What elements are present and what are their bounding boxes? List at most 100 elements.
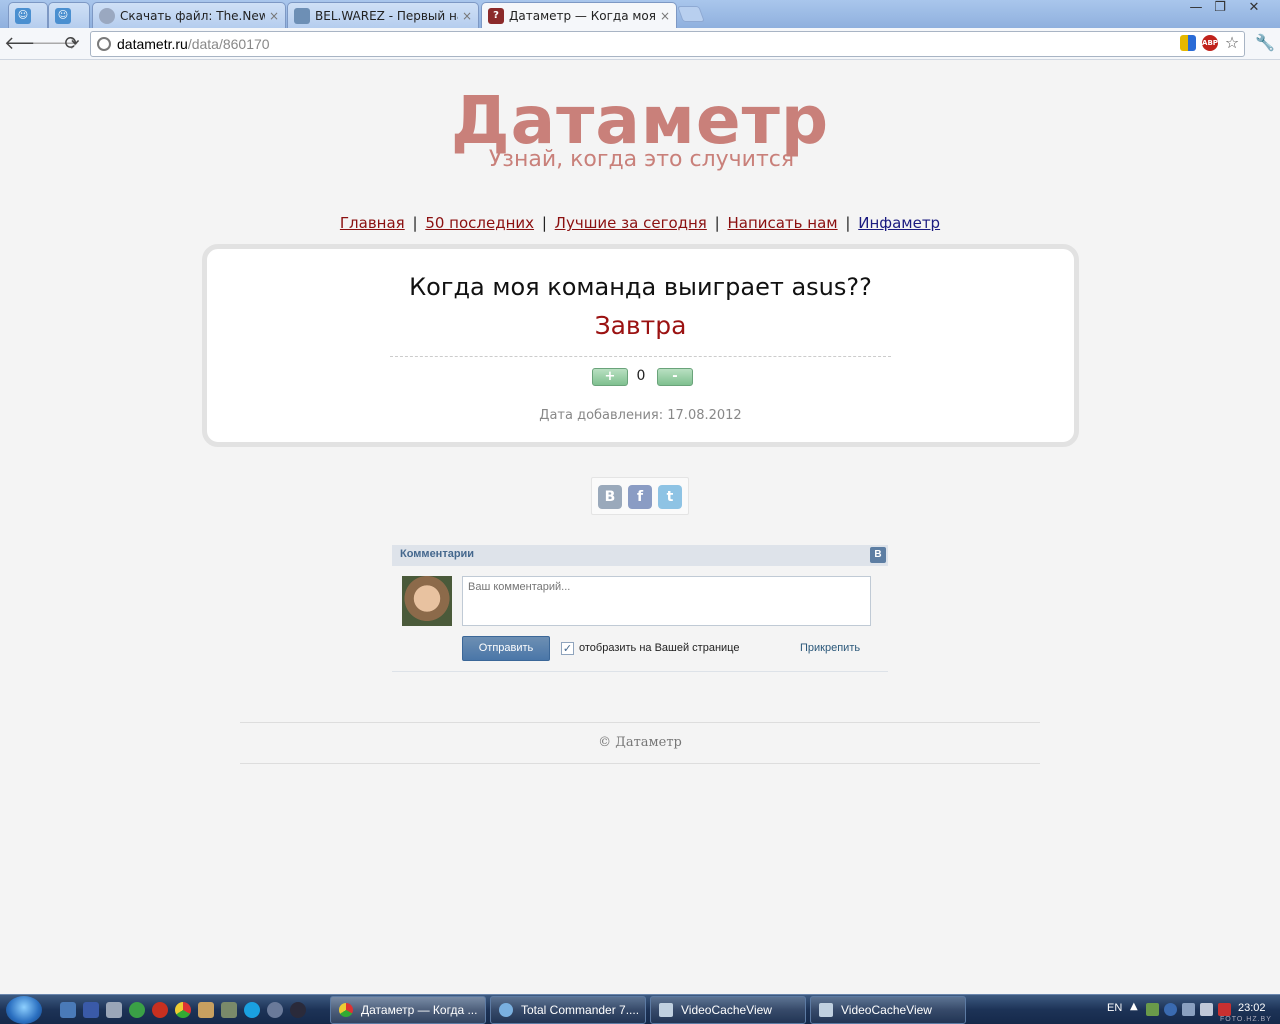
send-comment-button[interactable]: Отправить [462, 636, 550, 661]
close-tab-icon[interactable]: × [462, 9, 472, 23]
skype-icon[interactable] [244, 1002, 260, 1018]
warez-favicon-icon [294, 7, 310, 24]
prediction-card: Когда моя команда выиграет asus?? Завтра… [202, 244, 1079, 447]
taskbar-item-chrome[interactable]: Датаметр — Когда ... [330, 996, 486, 1024]
download-favicon-icon [99, 7, 115, 24]
site-logo-subtitle: Узнай, когда это случится [488, 147, 795, 172]
date-added: Дата добавления: 17.08.2012 [539, 408, 742, 423]
restore-button[interactable]: ❐ [1208, 0, 1232, 18]
game-icon[interactable] [221, 1002, 237, 1018]
start-button[interactable] [6, 996, 42, 1024]
url-path: /data/860170 [187, 36, 270, 52]
prediction-answer: Завтра [594, 311, 687, 340]
taskbar-item-label: Total Commander 7.... [521, 1003, 640, 1017]
adblock-plus-icon[interactable]: ABP [1202, 35, 1218, 51]
vote-minus-button[interactable]: - [657, 368, 693, 386]
utorrent-icon[interactable] [129, 1002, 145, 1018]
page-info-icon[interactable] [97, 37, 111, 51]
tab-pinned-1[interactable]: ☺ [8, 2, 48, 28]
vote-score: 0 [636, 368, 646, 384]
footer-copyright: © Датаметр [598, 735, 682, 750]
footer-divider [240, 763, 1040, 764]
close-tab-icon[interactable]: × [660, 9, 670, 23]
media-player-icon[interactable] [152, 1002, 168, 1018]
datametr-favicon-icon: ? [488, 7, 504, 24]
nav-separator: | [714, 214, 720, 232]
watermark: FOTO.HZ.BY [1220, 1016, 1272, 1023]
nav-separator: | [412, 214, 418, 232]
post-to-wall-label[interactable]: отобразить на Вашей странице [579, 642, 739, 654]
taskbar-item-label: VideoCacheView [681, 1003, 772, 1017]
total-commander-icon [499, 1003, 513, 1017]
nav-contact-link[interactable]: Написать нам [727, 214, 837, 232]
language-indicator[interactable]: EN [1107, 1002, 1122, 1014]
comments-title: Комментарии [400, 548, 475, 560]
back-arrow-icon[interactable]: 🡐 [4, 32, 52, 56]
extension-icon[interactable] [1180, 35, 1196, 51]
show-desktop-icon[interactable] [60, 1002, 76, 1018]
browser-toolbar: 🡐 🡒 ⟳ datametr.ru/data/860170 ABP ☆ 🔧 [0, 28, 1280, 60]
vk-logo-icon[interactable]: B [870, 547, 886, 563]
comment-input[interactable] [462, 576, 871, 626]
tray-volume-icon[interactable] [1200, 1003, 1213, 1016]
nav-latest-link[interactable]: 50 последних [425, 214, 534, 232]
tray-monitor-icon[interactable] [1182, 1003, 1195, 1016]
tool-icon[interactable] [106, 1002, 122, 1018]
minimize-button[interactable]: — [1184, 0, 1208, 18]
attach-link[interactable]: Прикрепить [800, 642, 860, 654]
vk-share-icon[interactable]: B [598, 485, 622, 509]
post-to-wall-checkbox[interactable]: ✓ [561, 642, 574, 655]
tray-app-icon[interactable] [1146, 1003, 1159, 1016]
taskbar-item-videocacheview-2[interactable]: VideoCacheView [810, 996, 966, 1024]
share-buttons: B f t [591, 477, 689, 515]
chrome-icon [339, 1003, 353, 1017]
tab-datametr[interactable]: ? Датаметр — Когда моя ко × [481, 2, 677, 28]
windows-taskbar: Датаметр — Когда ... Total Commander 7..… [0, 994, 1280, 1024]
site-favicon-icon: ☺ [55, 7, 71, 24]
forward-arrow-icon[interactable]: 🡒 [31, 32, 79, 56]
tab-belwarez[interactable]: BEL.WAREZ - Первый наст × [287, 2, 479, 28]
comments-header: Комментарии B [392, 545, 888, 566]
nav-infametr-link[interactable]: Инфаметр [858, 214, 940, 232]
taskbar-item-label: Датаметр — Когда ... [361, 1003, 478, 1017]
vote-plus-button[interactable]: + [592, 368, 628, 386]
facebook-share-icon[interactable]: f [628, 485, 652, 509]
close-window-button[interactable]: ✕ [1242, 0, 1266, 18]
prediction-question: Когда моя команда выиграет asus?? [409, 273, 872, 301]
tray-antivirus-icon[interactable] [1218, 1003, 1231, 1016]
close-tab-icon[interactable]: × [269, 9, 279, 23]
bookmark-star-icon[interactable]: ☆ [1224, 35, 1240, 51]
tab-title: Скачать файл: The.Newsro [120, 8, 265, 23]
nav-best-today-link[interactable]: Лучшие за сегодня [555, 214, 707, 232]
videocacheview-icon [659, 1003, 673, 1017]
taskbar-item-videocacheview[interactable]: VideoCacheView [650, 996, 806, 1024]
twitter-share-icon[interactable]: t [658, 485, 682, 509]
show-hidden-icons-icon[interactable]: ▲ [1130, 1001, 1138, 1012]
chrome-icon[interactable] [175, 1002, 191, 1018]
tab-pinned-2[interactable]: ☺ [48, 2, 90, 28]
save-icon[interactable] [83, 1002, 99, 1018]
tab-title: Датаметр — Когда моя ко [509, 8, 656, 23]
videocacheview-icon [819, 1003, 833, 1017]
site-favicon-icon: ☺ [15, 7, 31, 24]
footer-divider [240, 722, 1040, 723]
folder-icon[interactable] [198, 1002, 214, 1018]
taskbar-item-label: VideoCacheView [841, 1003, 932, 1017]
nav-home-link[interactable]: Главная [340, 214, 405, 232]
user-avatar [402, 576, 452, 626]
main-navigation: Главная | 50 последних | Лучшие за сегод… [0, 214, 1280, 232]
tab-newsroom[interactable]: Скачать файл: The.Newsro × [92, 2, 286, 28]
steam-icon[interactable] [290, 1002, 306, 1018]
wrench-menu-icon[interactable]: 🔧 [1255, 35, 1275, 51]
moon-icon[interactable] [267, 1002, 283, 1018]
nav-separator: | [845, 214, 851, 232]
new-tab-button[interactable] [677, 6, 705, 22]
tray-network-icon[interactable] [1164, 1003, 1177, 1016]
address-bar[interactable]: datametr.ru/data/860170 [90, 31, 1245, 57]
url-host: datametr.ru [117, 36, 188, 52]
nav-separator: | [541, 214, 547, 232]
taskbar-item-total-commander[interactable]: Total Commander 7.... [490, 996, 646, 1024]
reload-icon[interactable]: ⟳ [60, 32, 84, 56]
system-clock[interactable]: 23:02 [1238, 1002, 1266, 1014]
vk-comments-widget: Комментарии B Отправить ✓ отобразить на … [392, 545, 888, 672]
